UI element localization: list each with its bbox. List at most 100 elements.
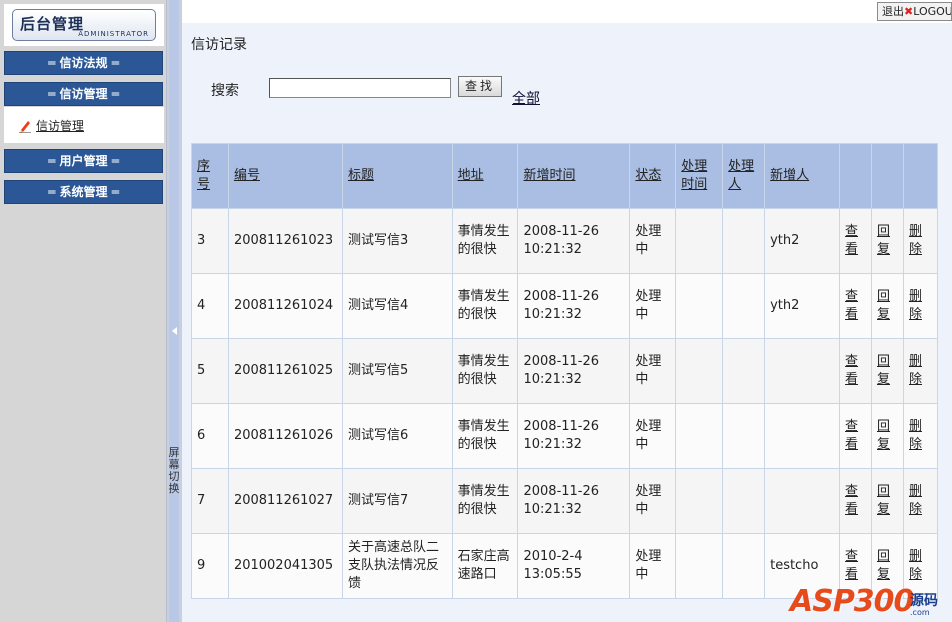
cell-title: 测试写信4	[341, 273, 453, 339]
delete-link[interactable]: 删除	[909, 484, 922, 517]
search-input[interactable]	[269, 78, 451, 98]
logo-title: 后台管理	[20, 15, 85, 33]
search-button[interactable]: 查找	[458, 76, 502, 97]
cell-view: 查看	[839, 273, 872, 339]
cell-delete: 删除	[902, 208, 939, 274]
nav-group-label: 系统管理	[59, 185, 108, 199]
header-label[interactable]: 处理人	[728, 159, 754, 192]
col-header-status[interactable]: 状态	[629, 143, 677, 209]
watermark-domain: .com	[910, 608, 930, 617]
cell-handle-time	[675, 338, 724, 404]
cell-view: 查看	[839, 338, 872, 404]
cell-handler	[722, 533, 766, 599]
nav-bars-icon: ═	[111, 56, 119, 70]
header-label[interactable]: 标题	[348, 168, 374, 183]
nav-item-petition-manage[interactable]: 信访管理	[18, 117, 84, 134]
cell-seq: 5	[191, 338, 229, 404]
view-link[interactable]: 查看	[845, 224, 858, 257]
delete-link[interactable]: 删除	[909, 354, 922, 387]
cell-delete: 删除	[902, 468, 939, 534]
header-label[interactable]: 新增人	[770, 168, 809, 183]
header-label[interactable]: 序号	[197, 159, 210, 192]
nav-sub-item-label: 信访管理	[36, 119, 85, 133]
table-row: 3 200811261023 测试写信3 事情发生的很快 2008-11-26 10:2…	[191, 208, 939, 274]
nav-group-users[interactable]: ═ 用户管理 ═	[4, 149, 163, 173]
cell-created-time: 2008-11-26 10:21:32	[517, 468, 631, 534]
logout-button[interactable]: 退出✖LOGOUT	[877, 2, 952, 21]
nav-bars-icon: ═	[48, 87, 56, 101]
cell-address: 石家庄高速路口	[451, 533, 519, 599]
admin-logo: 后台管理 ADMINISTRATOR	[12, 9, 156, 41]
nav-group-system[interactable]: ═ 系统管理 ═	[4, 180, 163, 204]
cell-title: 测试写信3	[341, 208, 453, 274]
cell-handler	[722, 468, 766, 534]
view-link[interactable]: 查看	[845, 289, 858, 322]
reply-link[interactable]: 回复	[877, 224, 890, 257]
cell-handler	[722, 273, 766, 339]
cell-address: 事情发生的很快	[451, 468, 519, 534]
col-header-address[interactable]: 地址	[451, 143, 519, 209]
cell-status: 处理中	[629, 208, 677, 274]
view-link[interactable]: 查看	[845, 484, 858, 517]
col-header-handler[interactable]: 处理人	[722, 143, 766, 209]
header-label[interactable]: 处理时间	[681, 159, 707, 192]
reply-link[interactable]: 回复	[877, 419, 890, 452]
reply-link[interactable]: 回复	[877, 484, 890, 517]
delete-link[interactable]: 删除	[909, 289, 922, 322]
col-header-handle-time[interactable]: 处理时间	[675, 143, 724, 209]
cell-delete: 删除	[902, 273, 939, 339]
cell-seq: 7	[191, 468, 229, 534]
table-row: 5 200811261025 测试写信5 事情发生的很快 2008-11-26 10:2…	[191, 338, 939, 404]
nav-group-regulations[interactable]: ═ 信访法规 ═	[4, 51, 163, 75]
nav-group-petition[interactable]: ═ 信访管理 ═	[4, 82, 163, 106]
collapse-arrow-icon[interactable]	[172, 327, 177, 335]
reply-link[interactable]: 回复	[877, 354, 890, 387]
cell-code: 200811261027	[227, 468, 343, 534]
cell-created-time: 2008-11-26 10:21:32	[517, 403, 631, 469]
col-header-reply	[871, 143, 904, 209]
cell-view: 查看	[839, 403, 872, 469]
nav-sub-panel: 信访管理	[4, 107, 164, 143]
search-label: 搜索	[211, 83, 239, 99]
header-label[interactable]: 新增时间	[523, 168, 575, 183]
cell-status: 处理中	[629, 273, 677, 339]
cell-creator	[764, 468, 841, 534]
cell-reply: 回复	[871, 273, 904, 339]
col-header-code[interactable]: 编号	[227, 143, 343, 209]
show-all-link[interactable]: 全部	[512, 88, 540, 108]
watermark-logo: ASP300 源码 .com	[782, 572, 952, 622]
delete-link[interactable]: 删除	[909, 419, 922, 452]
watermark-suffix: 源码	[910, 593, 938, 609]
cell-handler	[722, 403, 766, 469]
cell-handle-time	[675, 533, 724, 599]
records-table: 序号 编号 标题 地址 新增时间 状态 处理时间 处理人 新增人 3 200811…	[191, 143, 939, 599]
col-header-creator[interactable]: 新增人	[764, 143, 841, 209]
cell-handle-time	[675, 273, 724, 339]
cell-seq: 4	[191, 273, 229, 339]
table-row: 4 200811261024 测试写信4 事情发生的很快 2008-11-26 10:2…	[191, 273, 939, 339]
cell-code: 200811261024	[227, 273, 343, 339]
cell-creator	[764, 403, 841, 469]
cell-creator: yth2	[764, 273, 841, 339]
col-header-seq[interactable]: 序号	[191, 143, 229, 209]
logout-label-cn: 退出	[882, 5, 904, 18]
reply-link[interactable]: 回复	[877, 289, 890, 322]
view-link[interactable]: 查看	[845, 419, 858, 452]
col-header-view	[839, 143, 872, 209]
col-header-created-time[interactable]: 新增时间	[517, 143, 631, 209]
logo-area: 后台管理 ADMINISTRATOR	[4, 4, 164, 46]
screen-splitter[interactable]: 屏幕切换	[166, 0, 182, 622]
delete-link[interactable]: 删除	[909, 224, 922, 257]
col-header-title[interactable]: 标题	[341, 143, 453, 209]
header-label[interactable]: 状态	[635, 168, 661, 183]
nav-bars-icon: ═	[111, 185, 119, 199]
nav-bars-icon: ═	[48, 185, 56, 199]
splitter-bar[interactable]	[169, 0, 179, 622]
cell-delete: 删除	[902, 338, 939, 404]
cell-creator: yth2	[764, 208, 841, 274]
view-link[interactable]: 查看	[845, 354, 858, 387]
header-label[interactable]: 编号	[234, 168, 260, 183]
header-label[interactable]: 地址	[458, 168, 484, 183]
cell-status: 处理中	[629, 533, 677, 599]
splitter-label[interactable]: 屏幕切换	[168, 447, 180, 495]
